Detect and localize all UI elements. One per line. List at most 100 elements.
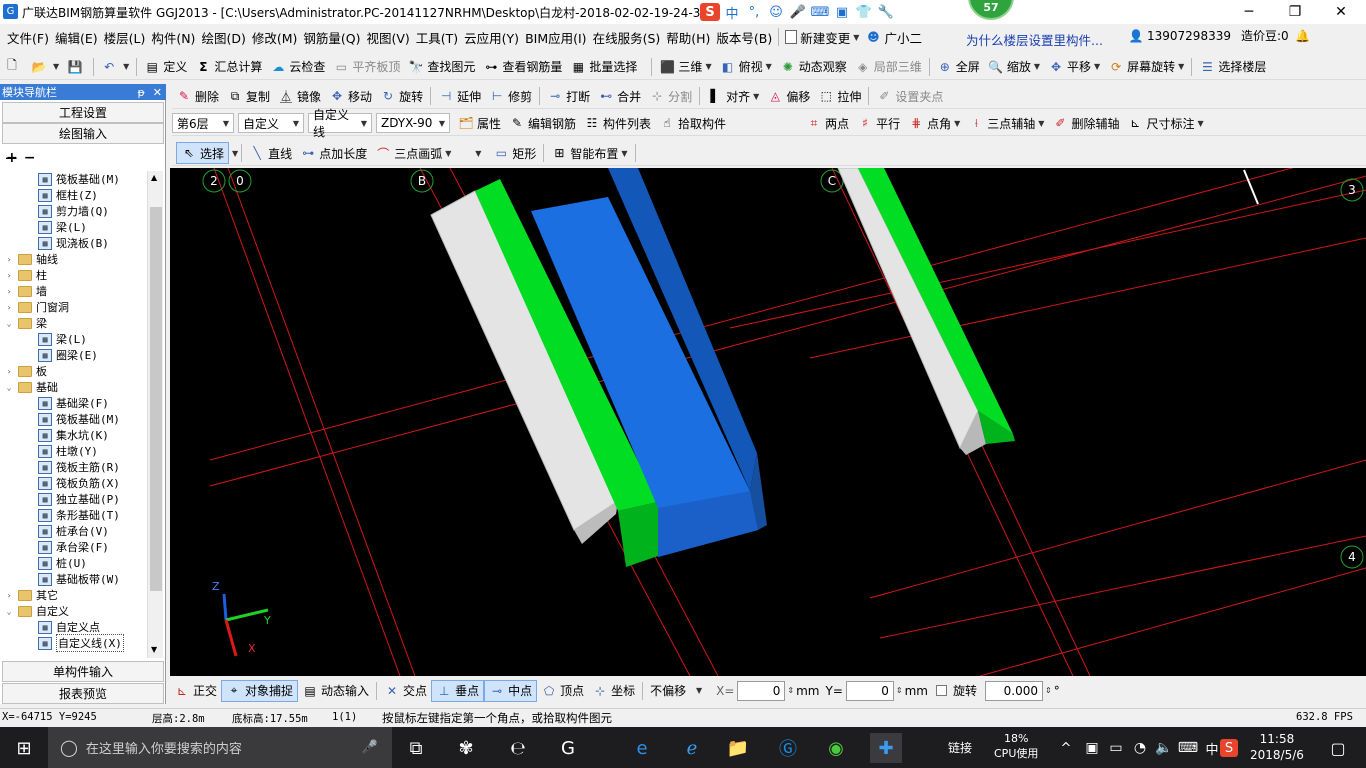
3d-viewport[interactable]: 2 0 B C 3 4 Z Y X xyxy=(170,168,1366,676)
dynamic-view-button[interactable]: ✺ 动态观察 xyxy=(776,56,851,78)
trim-button[interactable]: ⊢ 修剪 xyxy=(485,85,536,107)
top-view-button[interactable]: ◧ 俯视 ▼ xyxy=(716,56,776,78)
props-button[interactable]: 🗂 属性 xyxy=(454,112,505,134)
file-explorer-icon[interactable]: 📁 xyxy=(722,733,754,763)
line-type-select[interactable]: 自定义线 ▼ xyxy=(308,108,372,139)
expand-arrow-icon[interactable]: › xyxy=(4,367,14,376)
type-select[interactable]: 自定义 ▼ xyxy=(238,113,304,133)
expand-arrow-icon[interactable]: › xyxy=(4,271,14,280)
zoom-button[interactable]: 🔍 缩放 ▼ xyxy=(984,56,1044,78)
tree-node[interactable]: ▦ 桩承台(V) xyxy=(0,523,147,539)
select-dropdown-icon[interactable]: ▼ xyxy=(232,149,238,158)
bell-icon[interactable]: 🔔 xyxy=(1295,28,1311,44)
tshirt-icon[interactable]: 👕 xyxy=(854,3,874,21)
define-button[interactable]: ▤ 定义 xyxy=(140,56,191,78)
menu-item-5[interactable]: 修改(M) xyxy=(249,24,301,50)
line-button[interactable]: ╲ 直线 xyxy=(245,142,296,164)
extend-button[interactable]: ⊣ 延伸 xyxy=(434,85,485,107)
tree-node[interactable]: ▦ 筏板主筋(R) xyxy=(0,459,147,475)
tree-node[interactable]: ▦ 剪力墙(Q) xyxy=(0,203,147,219)
skin-icon[interactable]: ▣ xyxy=(832,3,852,21)
menu-item-12[interactable]: 帮助(H) xyxy=(663,24,713,50)
code-select[interactable]: ZDYX-90 ▼ xyxy=(376,113,450,133)
menu-item-4[interactable]: 绘图(D) xyxy=(198,24,248,50)
dimension-button[interactable]: ⊾ 尺寸标注 ▼ xyxy=(1123,112,1207,134)
emoji-icon[interactable]: ☺ xyxy=(766,3,786,21)
arc-button[interactable]: ⌒ 三点画弧 ▼ xyxy=(371,142,455,164)
tree-node[interactable]: ⌄ 自定义 xyxy=(0,603,147,619)
rect-button[interactable]: ▭ 矩形 xyxy=(489,142,540,164)
close-icon[interactable]: ✕ xyxy=(153,86,162,99)
undo-button[interactable]: ↶ ▼ xyxy=(97,56,133,78)
ortho-button[interactable]: ⊾ 正交 xyxy=(170,680,221,702)
expand-arrow-icon[interactable]: › xyxy=(4,591,14,600)
maximize-button[interactable]: ❐ xyxy=(1272,0,1318,24)
tree-node[interactable]: ▦ 集水坑(K) xyxy=(0,427,147,443)
scroll-up-icon[interactable]: ▲ xyxy=(151,173,157,182)
ie-icon[interactable]: ℯ xyxy=(676,733,708,763)
notification-badge[interactable]: 57 xyxy=(968,0,1014,20)
tree-node[interactable]: ▦ 筏板基础(M) xyxy=(0,171,147,187)
expand-arrow-icon[interactable]: › xyxy=(4,303,14,312)
tree-node[interactable]: ▦ 基础板带(W) xyxy=(0,571,147,587)
sogou-logo-icon[interactable]: S xyxy=(700,3,720,21)
windows-start-icon[interactable]: ⊞ xyxy=(8,733,40,763)
tree-node[interactable]: ▦ 筏板负筋(X) xyxy=(0,475,147,491)
menu-item-13[interactable]: 版本号(B) xyxy=(713,24,775,50)
parallel-button[interactable]: ♯ 平行 xyxy=(853,112,904,134)
mic-icon[interactable]: 🎤 xyxy=(788,3,808,21)
move-button[interactable]: ✥ 移动 xyxy=(325,85,376,107)
wrench-icon[interactable]: 🔧 xyxy=(876,3,896,21)
menu-item-11[interactable]: 在线服务(S) xyxy=(590,24,664,50)
sogou-tray-icon[interactable]: S xyxy=(1220,739,1238,757)
help-tip-link[interactable]: 为什么楼层设置里构件... xyxy=(966,30,1103,49)
glodon-app-icon[interactable]: G xyxy=(552,733,584,763)
tree-node[interactable]: ▦ 梁(L) xyxy=(0,219,147,235)
ie-ex-icon[interactable]: ℮ xyxy=(502,733,534,763)
comp-list-button[interactable]: ☷ 构件列表 xyxy=(580,112,655,134)
y-input[interactable]: 0 xyxy=(845,680,894,701)
assistant-menu[interactable]: ☻ 广小二 xyxy=(862,24,925,50)
tree-node[interactable]: ▦ 筏板基础(M) xyxy=(0,411,147,427)
sum-button[interactable]: Σ 汇总计算 xyxy=(191,56,266,78)
tree-node[interactable]: ▦ 圈梁(E) xyxy=(0,347,147,363)
rotate-button[interactable]: ↻ 旋转 xyxy=(376,85,427,107)
menu-item-7[interactable]: 视图(V) xyxy=(363,24,412,50)
menu-item-1[interactable]: 编辑(E) xyxy=(52,24,101,50)
pan-button[interactable]: ✥ 平移 ▼ xyxy=(1044,56,1104,78)
smart-button[interactable]: ⊞ 智能布置 ▼ xyxy=(547,142,631,164)
clock[interactable]: 11:58 2018/5/6 xyxy=(1250,731,1304,763)
tree-node[interactable]: › 柱 xyxy=(0,267,147,283)
expand-arrow-icon[interactable]: › xyxy=(4,287,14,296)
rotate-input[interactable]: 0.000 xyxy=(985,680,1043,701)
collapse-arrow-icon[interactable]: ⌄ xyxy=(4,607,14,616)
collapse-arrow-icon[interactable]: ⌄ xyxy=(4,383,14,392)
perpendicular-button[interactable]: ⊥ 垂点 xyxy=(431,679,485,702)
pick-button[interactable]: ☝ 拾取构件 xyxy=(655,112,730,134)
task-view-icon[interactable]: ⧉ xyxy=(400,733,432,763)
tree-node[interactable]: ▦ 柱墩(Y) xyxy=(0,443,147,459)
ggj-app-icon[interactable]: ✚ xyxy=(870,733,902,763)
edge-icon[interactable]: e xyxy=(626,733,658,763)
open-file-button[interactable]: 📂 ▼ xyxy=(27,56,63,78)
collapse-arrow-icon[interactable]: ⌄ xyxy=(4,319,14,328)
dynamic-input-button[interactable]: ▤ 动态输入 xyxy=(298,680,373,702)
edit-rebar-button[interactable]: ✎ 编辑钢筋 xyxy=(505,112,580,134)
tree-node[interactable]: ▦ 基础梁(F) xyxy=(0,395,147,411)
taskbar-search[interactable]: ◯ 在这里输入你要搜索的内容 🎤 xyxy=(48,727,392,768)
tree-scrollbar[interactable]: ▲ ▼ xyxy=(147,171,163,658)
mic-icon[interactable]: 🎤 xyxy=(362,740,378,755)
menu-item-0[interactable]: 文件(F) xyxy=(4,24,52,50)
floor-select[interactable]: 第6层 ▼ xyxy=(172,113,234,133)
mirror-button[interactable]: ⏅ 镜像 xyxy=(274,85,325,107)
flat-top-button[interactable]: ▭ 平齐板顶 xyxy=(329,56,404,78)
midpoint-button[interactable]: ⊸ 中点 xyxy=(484,679,538,702)
tree-node[interactable]: ▦ 梁(L) xyxy=(0,331,147,347)
offset-button[interactable]: ◬ 偏移 xyxy=(763,85,814,107)
tree-node[interactable]: ▦ 独立基础(P) xyxy=(0,491,147,507)
tree-node[interactable]: ⌄ 基础 xyxy=(0,379,147,395)
vertex-button[interactable]: ⬠ 顶点 xyxy=(537,680,588,702)
minimize-button[interactable]: ─ xyxy=(1226,0,1272,24)
new-change-menu[interactable]: 新建变更 ▼ xyxy=(782,24,862,50)
find-button[interactable]: 🔭 查找图元 xyxy=(404,56,479,78)
